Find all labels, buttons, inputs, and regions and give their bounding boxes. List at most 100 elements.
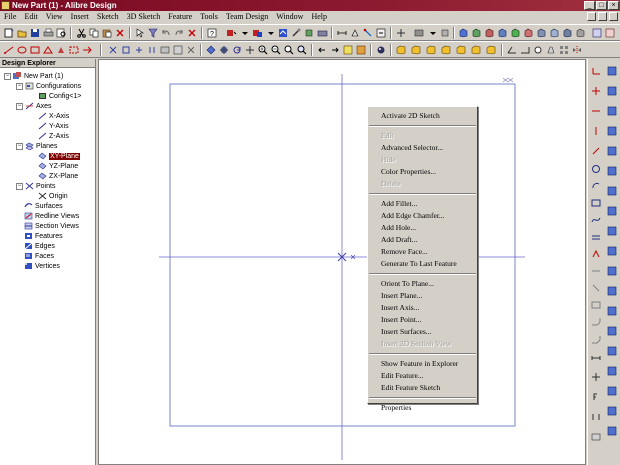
feature-point-3d-icon[interactable]	[607, 406, 618, 416]
view-right-icon[interactable]	[484, 28, 495, 38]
menu-item-insert-point[interactable]: Insert Point...	[368, 314, 477, 326]
view-top-icon[interactable]	[471, 28, 482, 38]
pan-icon[interactable]	[245, 45, 256, 55]
menu-item-delete[interactable]: Delete	[368, 178, 477, 190]
constraint-tangent-icon[interactable]	[160, 45, 171, 55]
menu-team-design[interactable]: Team Design	[222, 11, 272, 23]
sketch-spline-icon[interactable]	[591, 215, 602, 225]
feature-tool-icon[interactable]	[252, 28, 263, 38]
feature-sweep-icon[interactable]	[426, 45, 437, 55]
menu-tools[interactable]: Tools	[196, 11, 222, 23]
constraint-equal-icon[interactable]	[173, 45, 184, 55]
paste-icon[interactable]	[102, 28, 113, 38]
sketch-polygon-icon[interactable]	[43, 45, 54, 55]
sketch-mirror-icon[interactable]	[591, 300, 602, 310]
dimension-icon[interactable]	[337, 28, 348, 38]
view-iso-icon[interactable]	[536, 28, 547, 38]
collapse-icon[interactable]: −	[16, 82, 23, 90]
sketch-layer-icon[interactable]	[591, 432, 602, 442]
feature-loft-3d-icon[interactable]	[607, 126, 618, 136]
feature-3d-icon[interactable]	[607, 66, 618, 76]
tree-origin[interactable]: Origin	[38, 191, 68, 201]
doc-restore-icon[interactable]	[598, 12, 607, 21]
next-view-icon[interactable]	[330, 45, 341, 55]
sketch-fillet-icon[interactable]	[591, 317, 602, 327]
collapse-icon[interactable]: −	[16, 182, 23, 190]
render-icon[interactable]	[376, 45, 387, 55]
tree-faces[interactable]: Faces	[24, 251, 54, 261]
sketch-chamfer-icon[interactable]	[591, 335, 602, 345]
feature-dropdown-icon[interactable]	[265, 28, 276, 38]
menu-item-activate-2d-sketch[interactable]: Activate 2D Sketch	[368, 110, 477, 122]
menu-item-add-hole[interactable]: Add Hole...	[368, 222, 477, 234]
collapse-icon[interactable]: −	[16, 142, 23, 150]
sketch-extend-icon[interactable]	[591, 283, 602, 293]
rebuild-icon[interactable]	[278, 28, 289, 38]
tree-edges[interactable]: Edges	[24, 241, 55, 251]
minimize-button[interactable]: _	[584, 1, 595, 10]
sketch-dropdown-icon[interactable]	[239, 28, 250, 38]
tool-3-icon[interactable]	[317, 28, 328, 38]
title-bar[interactable]: New Part (1) - Alibre Design _ □ ×	[0, 0, 620, 11]
sketch-vline-icon[interactable]	[591, 126, 602, 136]
constraint-parallel-icon[interactable]	[147, 45, 158, 55]
sketch-text-icon[interactable]	[591, 249, 602, 259]
doc-close-icon[interactable]	[609, 12, 618, 21]
tree-axes[interactable]: − Axes	[16, 101, 52, 111]
feature-chamfer-3d-icon[interactable]	[607, 266, 618, 276]
fillet-icon[interactable]	[507, 45, 518, 55]
sketch-snap-icon[interactable]	[591, 412, 602, 422]
tree-surfaces[interactable]: Surfaces	[24, 201, 63, 211]
menu-feature[interactable]: Feature	[164, 11, 196, 23]
tree-y-axis[interactable]: Y-Axis	[38, 121, 69, 131]
feature-thicken-icon[interactable]	[486, 45, 497, 55]
chamfer-icon[interactable]	[520, 45, 531, 55]
view-normal-icon[interactable]	[549, 28, 560, 38]
hole-icon[interactable]	[533, 45, 544, 55]
print-icon[interactable]	[43, 28, 54, 38]
filter-icon[interactable]	[148, 28, 159, 38]
view-bottom-icon[interactable]	[510, 28, 521, 38]
feature-plane-3d-icon[interactable]	[607, 366, 618, 376]
menu-item-insert-3d-section-view[interactable]: Insert 3D Section View	[368, 338, 477, 350]
sketch-diag-icon[interactable]	[591, 146, 602, 156]
collapse-icon[interactable]: −	[4, 72, 11, 80]
maximize-button[interactable]: □	[596, 1, 607, 10]
menu-item-orient-to-plane[interactable]: Orient To Plane...	[368, 278, 477, 290]
tool-2-icon[interactable]	[304, 28, 315, 38]
undo-icon[interactable]	[161, 28, 172, 38]
sketch-circle-icon[interactable]	[591, 164, 602, 174]
tree-configurations[interactable]: − Configurations	[16, 81, 81, 91]
view-manager-icon[interactable]	[343, 45, 354, 55]
rotate-icon[interactable]	[232, 45, 243, 55]
sketch-axis-icon[interactable]	[591, 66, 602, 76]
tree-root[interactable]: − New Part (1)	[4, 71, 63, 81]
view-back-icon[interactable]	[497, 28, 508, 38]
menu-file[interactable]: File	[3, 11, 20, 23]
feature-surface-3d-icon[interactable]	[607, 426, 618, 436]
feature-pattern-3d-icon[interactable]	[607, 286, 618, 296]
menu-item-add-edge-chamfer[interactable]: Add Edge Chamfer...	[368, 210, 477, 222]
tree-zx-plane[interactable]: ZX-Plane	[38, 171, 78, 181]
feature-draft-3d-icon[interactable]	[607, 226, 618, 236]
feature-fillet-3d-icon[interactable]	[607, 246, 618, 256]
feature-axis-3d-icon[interactable]	[607, 386, 618, 396]
feature-extrude-icon[interactable]	[396, 45, 407, 55]
delete-red-icon[interactable]	[187, 28, 198, 38]
move-icon[interactable]	[396, 28, 407, 38]
constraint-icon[interactable]	[350, 28, 361, 38]
tree-x-axis[interactable]: X-Axis	[38, 111, 69, 121]
menu-item-hide[interactable]: Hide	[368, 154, 477, 166]
sketch-line-icon[interactable]	[4, 45, 15, 55]
menu-edit[interactable]: Edit	[20, 11, 41, 23]
menu-item-insert-axis[interactable]: Insert Axis...	[368, 302, 477, 314]
feature-thicken-3d-icon[interactable]	[607, 186, 618, 196]
menu-sketch[interactable]: Sketch	[93, 11, 123, 23]
menu-3d-sketch[interactable]: 3D Sketch	[123, 11, 165, 23]
constraint-fix-icon[interactable]	[186, 45, 197, 55]
menu-item-edit-feature-sketch[interactable]: Edit Feature Sketch	[368, 382, 477, 394]
view-extra-icon[interactable]	[605, 28, 616, 38]
new-icon[interactable]	[4, 28, 15, 38]
previous-view-icon[interactable]	[317, 45, 328, 55]
feature-sweep-3d-icon[interactable]	[607, 106, 618, 116]
